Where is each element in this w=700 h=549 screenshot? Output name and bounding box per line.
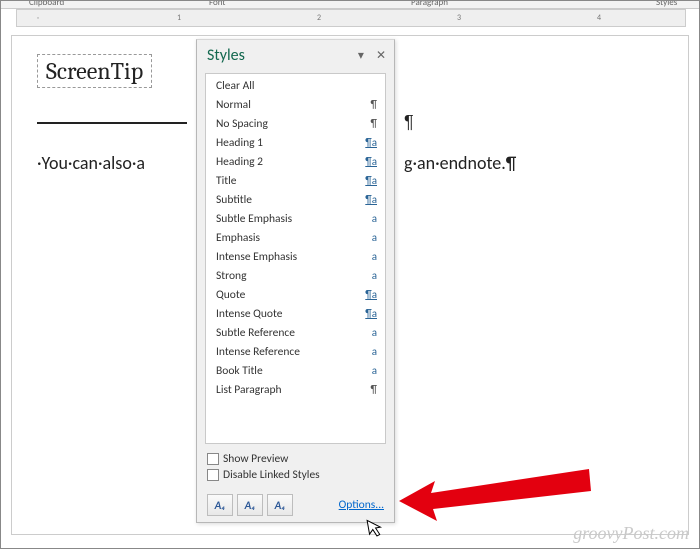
ribbon-group-styles: Styles xyxy=(656,1,677,8)
style-type-icon: ¶a xyxy=(363,193,377,206)
style-item-name: Heading 1 xyxy=(216,136,363,150)
style-type-icon: a xyxy=(363,269,377,282)
style-item[interactable]: Emphasisa xyxy=(206,228,385,247)
style-item-name: Emphasis xyxy=(216,231,363,245)
ribbon-group-paragraph: Paragraph xyxy=(411,1,448,8)
checkbox-box[interactable] xyxy=(207,469,219,481)
new-style-button[interactable]: A₄ xyxy=(207,494,233,516)
style-type-icon: ¶ xyxy=(363,117,377,130)
style-item-name: Normal xyxy=(216,98,363,112)
watermark: groovyPost.com xyxy=(573,523,689,544)
style-item[interactable]: List Paragraph¶ xyxy=(206,380,385,399)
style-type-icon: ¶ xyxy=(363,383,377,396)
style-item-name: Book Title xyxy=(216,364,363,378)
ribbon-fragment: Clipboard Font Paragraph Styles xyxy=(1,1,699,9)
style-item[interactable]: No Spacing¶ xyxy=(206,114,385,133)
ruler-tick: · xyxy=(37,13,39,23)
body-text-left: ·You·can·also·a xyxy=(37,152,145,174)
style-item[interactable]: Subtitle¶a xyxy=(206,190,385,209)
options-link[interactable]: Options... xyxy=(339,498,384,512)
close-icon[interactable]: ✕ xyxy=(376,48,386,63)
style-item-name: Heading 2 xyxy=(216,155,363,169)
style-item-name: Intense Quote xyxy=(216,307,363,321)
style-item[interactable]: Normal¶ xyxy=(206,95,385,114)
styles-pane-title: Styles xyxy=(207,46,358,65)
style-type-icon: a xyxy=(363,250,377,263)
style-item[interactable]: Intense Emphasisa xyxy=(206,247,385,266)
style-item-name: Subtle Emphasis xyxy=(216,212,363,226)
disable-linked-checkbox[interactable]: Disable Linked Styles xyxy=(207,468,384,482)
style-item[interactable]: Intense Quote¶a xyxy=(206,304,385,323)
disable-linked-label: Disable Linked Styles xyxy=(223,468,320,482)
ruler-tick: 1 xyxy=(177,13,181,23)
style-type-icon: a xyxy=(363,326,377,339)
checkbox-box[interactable] xyxy=(207,453,219,465)
style-type-icon: ¶a xyxy=(363,174,377,187)
show-preview-label: Show Preview xyxy=(223,452,288,466)
screentip-field[interactable]: ScreenTip xyxy=(37,54,152,88)
style-item[interactable]: Subtle Emphasisa xyxy=(206,209,385,228)
style-type-icon: ¶a xyxy=(363,307,377,320)
style-type-icon: ¶ xyxy=(363,98,377,111)
styles-pane-options: Show Preview Disable Linked Styles xyxy=(197,450,394,490)
ribbon-group-clipboard: Clipboard xyxy=(29,1,64,8)
footnote-separator xyxy=(37,122,187,124)
style-item-name: Quote xyxy=(216,288,363,302)
show-preview-checkbox[interactable]: Show Preview xyxy=(207,452,384,466)
style-item[interactable]: Book Titlea xyxy=(206,361,385,380)
style-item-name: Clear All xyxy=(216,79,363,93)
style-type-icon: a xyxy=(363,231,377,244)
manage-styles-button[interactable]: A₄ xyxy=(267,494,293,516)
style-type-icon: ¶a xyxy=(363,155,377,168)
style-item-name: Subtle Reference xyxy=(216,326,363,340)
style-item-name: Strong xyxy=(216,269,363,283)
dropdown-icon[interactable]: ▾ xyxy=(358,48,364,63)
style-item[interactable]: Clear All xyxy=(206,76,385,95)
styles-pane-footer: A₄ A₄ A₄ Options... xyxy=(197,490,394,522)
ruler-tick: 2 xyxy=(317,13,321,23)
ribbon-group-font: Font xyxy=(209,1,225,8)
style-item[interactable]: Intense Referencea xyxy=(206,342,385,361)
style-item[interactable]: Heading 1¶a xyxy=(206,133,385,152)
style-item-name: List Paragraph xyxy=(216,383,363,397)
style-item-name: Intense Emphasis xyxy=(216,250,363,264)
styles-pane-header: Styles ▾ ✕ xyxy=(197,40,394,69)
paragraph-mark: ¶ xyxy=(404,112,414,133)
style-item-name: Subtitle xyxy=(216,193,363,207)
horizontal-ruler[interactable]: · 1 2 3 4 xyxy=(16,9,686,27)
styles-pane: Styles ▾ ✕ Clear AllNormal¶No Spacing¶He… xyxy=(196,39,395,523)
style-type-icon: ¶a xyxy=(363,136,377,149)
style-item-name: No Spacing xyxy=(216,117,363,131)
ruler-tick: 4 xyxy=(597,13,601,23)
style-item-name: Title xyxy=(216,174,363,188)
style-item[interactable]: Stronga xyxy=(206,266,385,285)
style-type-icon: a xyxy=(363,345,377,358)
style-inspector-button[interactable]: A₄ xyxy=(237,494,263,516)
body-text-right: g·an·endnote.¶ xyxy=(404,152,516,174)
style-item[interactable]: Title¶a xyxy=(206,171,385,190)
document-body[interactable]: ScreenTip ¶ ·You·can·also·a g·an·endnote… xyxy=(37,54,152,100)
style-item[interactable]: Subtle Referencea xyxy=(206,323,385,342)
style-type-icon: ¶a xyxy=(363,288,377,301)
style-item[interactable]: Quote¶a xyxy=(206,285,385,304)
style-list[interactable]: Clear AllNormal¶No Spacing¶Heading 1¶aHe… xyxy=(205,73,386,444)
style-type-icon: a xyxy=(363,212,377,225)
screenshot-frame: Clipboard Font Paragraph Styles · 1 2 3 … xyxy=(0,0,700,549)
ruler-tick: 3 xyxy=(457,13,461,23)
style-item[interactable]: Heading 2¶a xyxy=(206,152,385,171)
style-type-icon: a xyxy=(363,364,377,377)
style-item-name: Intense Reference xyxy=(216,345,363,359)
